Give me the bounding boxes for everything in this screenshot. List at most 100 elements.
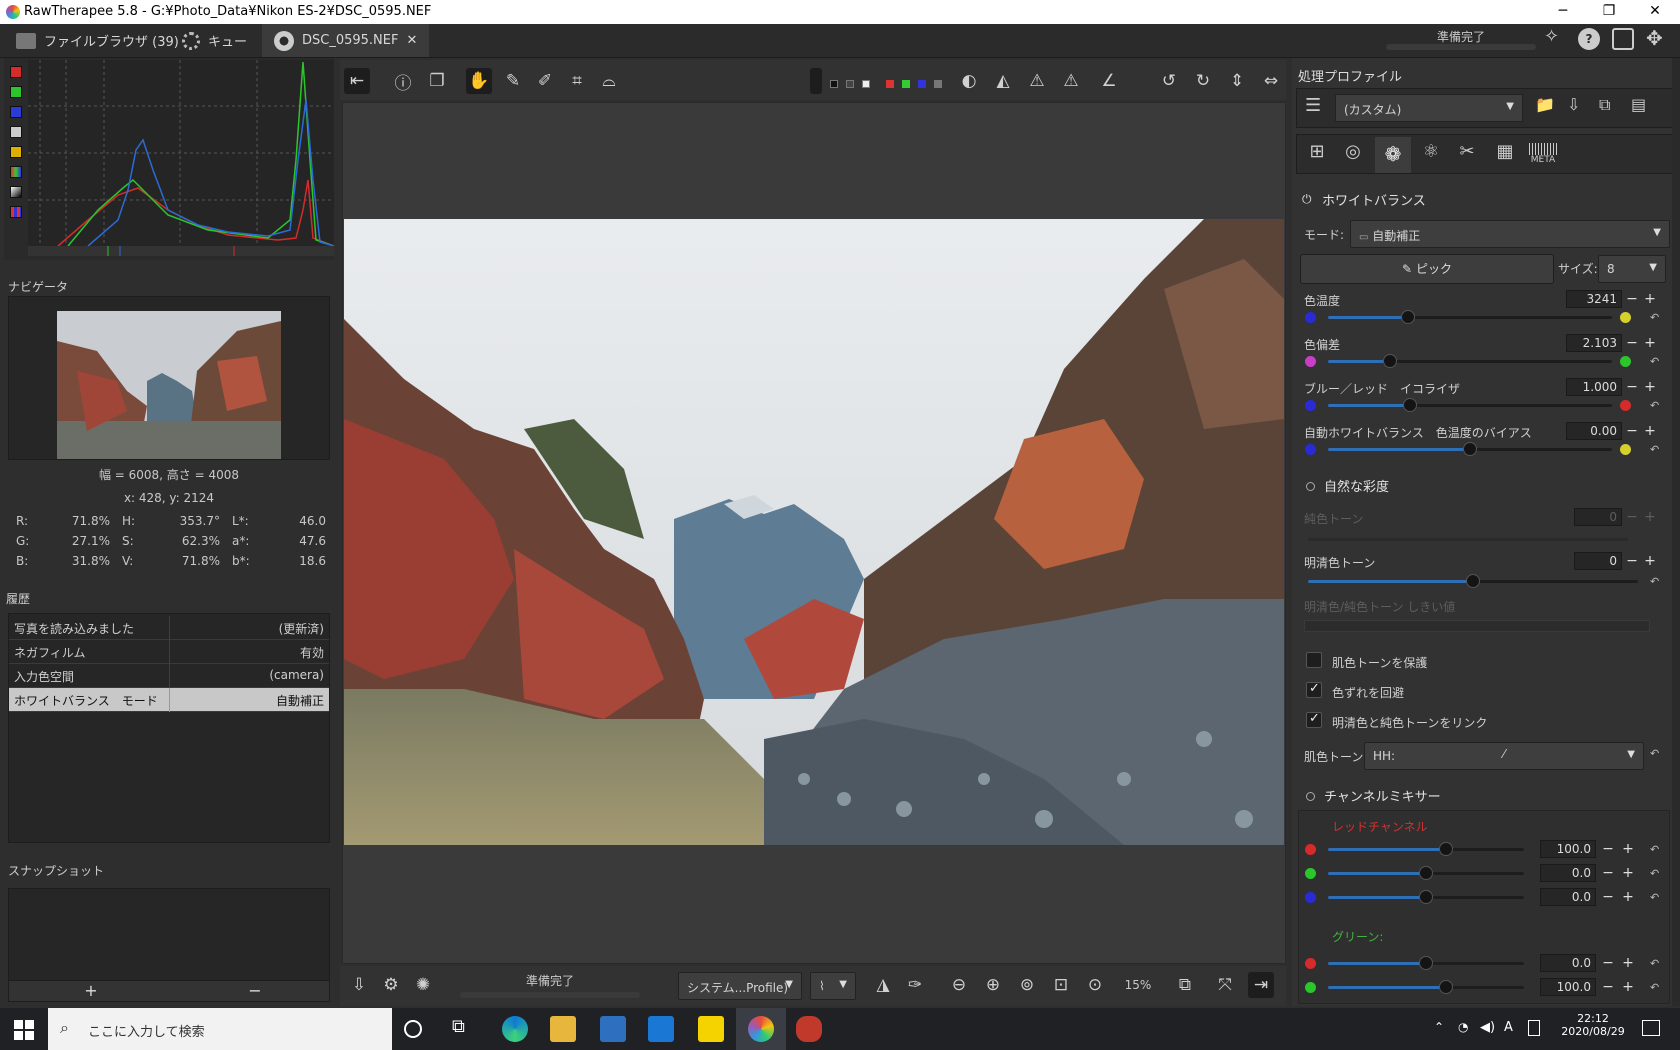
help-icon[interactable]: ? bbox=[1578, 28, 1600, 50]
wb-plus-button[interactable]: + bbox=[1642, 334, 1658, 352]
flip-vertical-icon[interactable]: ⇕ bbox=[1224, 68, 1250, 94]
mixer-slider-handle[interactable] bbox=[1419, 866, 1433, 880]
external-editor-icon[interactable]: ✺ bbox=[410, 972, 436, 998]
clock[interactable]: 22:12 2020/08/29 bbox=[1558, 1012, 1628, 1038]
paste-profile-icon[interactable]: ▤ bbox=[1631, 95, 1655, 119]
bg-gray-swatch[interactable] bbox=[846, 80, 854, 88]
fullscreen-toggle-icon[interactable]: ⤧ bbox=[1212, 972, 1238, 998]
open-profile-icon[interactable]: 📁 bbox=[1535, 95, 1559, 119]
wb-slider-value[interactable]: 1.000 bbox=[1566, 378, 1622, 396]
app-icon[interactable] bbox=[796, 1016, 822, 1042]
wb-minus-button[interactable]: − bbox=[1624, 378, 1640, 396]
wb-slider-value[interactable]: 2.103 bbox=[1566, 334, 1622, 352]
tab-queue[interactable]: キュー bbox=[170, 24, 259, 57]
zoom-in-icon[interactable]: ⊕ bbox=[980, 972, 1006, 998]
tab-meta[interactable]: META bbox=[1529, 143, 1557, 165]
close-window-button[interactable]: ✕ bbox=[1632, 0, 1678, 24]
mixer-value[interactable]: 0.0 bbox=[1540, 888, 1596, 906]
histogram-raw-toggle[interactable] bbox=[10, 166, 22, 178]
saturated-minus-button[interactable]: − bbox=[1624, 552, 1640, 570]
zoom-fit-crop-icon[interactable]: ⊡ bbox=[1048, 972, 1074, 998]
hand-tool-icon[interactable]: ✋ bbox=[466, 68, 492, 94]
zoom-out-icon[interactable]: ⊖ bbox=[946, 972, 972, 998]
tab-file-browser[interactable]: ファイルブラウザ (39) bbox=[4, 24, 191, 57]
sticky-notes-icon[interactable] bbox=[698, 1016, 724, 1042]
channel-mixer-toggle-icon[interactable] bbox=[1306, 792, 1315, 801]
hide-left-panel-icon[interactable]: ⇤ bbox=[344, 68, 370, 94]
tab-color-icon[interactable]: ❁ bbox=[1375, 137, 1411, 173]
wb-slider-handle[interactable] bbox=[1463, 442, 1477, 456]
add-snapshot-button[interactable]: + bbox=[81, 981, 101, 1000]
notification-icon[interactable] bbox=[1642, 1020, 1660, 1036]
mixer-minus-button[interactable]: − bbox=[1600, 888, 1616, 906]
minimize-button[interactable]: ─ bbox=[1540, 0, 1586, 24]
history-row[interactable]: 写真を読み込みました (更新済) bbox=[9, 616, 329, 640]
explorer-icon[interactable] bbox=[550, 1016, 576, 1042]
highlight-warning-icon[interactable]: ⚠ bbox=[1024, 68, 1050, 94]
preferences-icon[interactable] bbox=[1612, 28, 1634, 50]
wb-mode-select[interactable]: ▭ 自動補正 ▼ bbox=[1350, 220, 1670, 248]
white-balance-picker-icon[interactable]: ✎ bbox=[500, 68, 526, 94]
mixer-slider-handle[interactable] bbox=[1419, 890, 1433, 904]
mixer-value[interactable]: 100.0 bbox=[1540, 978, 1596, 996]
save-profile-icon[interactable]: ⇩ bbox=[1567, 95, 1591, 119]
flip-horizontal-icon[interactable]: ⇔ bbox=[1258, 68, 1284, 94]
reset-icon[interactable]: ↶ bbox=[1650, 444, 1662, 456]
shadow-warning-icon[interactable]: ⚠ bbox=[1058, 68, 1084, 94]
send-to-queue-icon[interactable]: ⚙ bbox=[378, 972, 404, 998]
wb-slider-handle[interactable] bbox=[1400, 310, 1415, 324]
mixer-plus-button[interactable]: + bbox=[1620, 888, 1636, 906]
rawtherapee-task[interactable] bbox=[736, 1008, 786, 1050]
tab-advanced-icon[interactable]: ⚛ bbox=[1417, 141, 1445, 169]
reset-icon[interactable]: ↶ bbox=[1650, 844, 1662, 856]
mixer-plus-button[interactable]: + bbox=[1620, 954, 1636, 972]
restore-button[interactable]: ❐ bbox=[1586, 0, 1632, 24]
rotate-left-icon[interactable]: ↺ bbox=[1156, 68, 1182, 94]
close-tab-icon[interactable]: ✕ bbox=[406, 33, 417, 48]
gamut-check-icon[interactable]: ✑ bbox=[902, 972, 928, 998]
mixer-plus-button[interactable]: + bbox=[1620, 840, 1636, 858]
saturated-plus-button[interactable]: + bbox=[1642, 552, 1658, 570]
preview-image[interactable] bbox=[344, 219, 1284, 845]
mixer-slider-handle[interactable] bbox=[1438, 980, 1453, 994]
wb-plus-button[interactable]: + bbox=[1642, 422, 1658, 440]
output-profile-select[interactable]: システム...Profile) ▼ bbox=[678, 972, 802, 1000]
histogram-blue-toggle[interactable] bbox=[10, 106, 22, 118]
softproof-icon[interactable]: ◮ bbox=[870, 972, 896, 998]
wb-slider-value[interactable]: 0.00 bbox=[1566, 422, 1622, 440]
avoid-shift-checkbox[interactable] bbox=[1306, 681, 1322, 698]
luminance-swatch[interactable] bbox=[934, 80, 942, 88]
remove-snapshot-button[interactable]: − bbox=[245, 981, 265, 1000]
battery-icon[interactable] bbox=[1528, 1020, 1540, 1036]
rotate-right-icon[interactable]: ↻ bbox=[1190, 68, 1216, 94]
saturated-tones-value[interactable]: 0 bbox=[1574, 552, 1622, 570]
wb-minus-button[interactable]: − bbox=[1624, 290, 1640, 308]
mixer-value[interactable]: 0.0 bbox=[1540, 864, 1596, 882]
skin-curve-select[interactable]: HH: ⁄ ▼ bbox=[1364, 742, 1644, 770]
profile-list-icon[interactable]: ☰ bbox=[1305, 95, 1331, 121]
wb-slider-handle[interactable] bbox=[1383, 354, 1398, 368]
wb-plus-button[interactable]: + bbox=[1642, 378, 1658, 396]
save-image-icon[interactable]: ⇩ bbox=[346, 972, 372, 998]
new-detail-window-icon[interactable]: ⧉ bbox=[1172, 972, 1198, 998]
color-picker-icon[interactable]: ✐ bbox=[532, 68, 558, 94]
mixer-value[interactable]: 0.0 bbox=[1540, 954, 1596, 972]
taskbar-search-box[interactable]: ⌕ ここに入力して検索 bbox=[48, 1008, 392, 1050]
wb-minus-button[interactable]: − bbox=[1624, 334, 1640, 352]
zoom-100-icon[interactable]: ⊙ bbox=[1082, 972, 1108, 998]
reset-icon[interactable]: ↶ bbox=[1650, 982, 1662, 994]
mixer-minus-button[interactable]: − bbox=[1600, 954, 1616, 972]
histogram-green-toggle[interactable] bbox=[10, 86, 22, 98]
saturated-slider-handle[interactable] bbox=[1466, 574, 1480, 588]
focus-mask-icon[interactable]: ◐ bbox=[956, 68, 982, 94]
wb-size-select[interactable]: 8 ▼ bbox=[1598, 255, 1666, 283]
protect-skin-checkbox[interactable] bbox=[1306, 652, 1322, 668]
history-row[interactable]: ネガフィルム 有効 bbox=[9, 640, 329, 664]
power-icon[interactable]: ⏻ bbox=[1302, 192, 1312, 207]
cortana-icon[interactable] bbox=[404, 1020, 422, 1038]
bg-black-swatch[interactable] bbox=[830, 80, 838, 88]
preview-mode-icon[interactable] bbox=[810, 68, 822, 94]
intent-select[interactable]: ⌇ ▼ bbox=[810, 972, 856, 1000]
network-icon[interactable]: ◔ bbox=[1458, 1020, 1468, 1034]
gamut-icon[interactable]: ∠ bbox=[1096, 68, 1122, 94]
